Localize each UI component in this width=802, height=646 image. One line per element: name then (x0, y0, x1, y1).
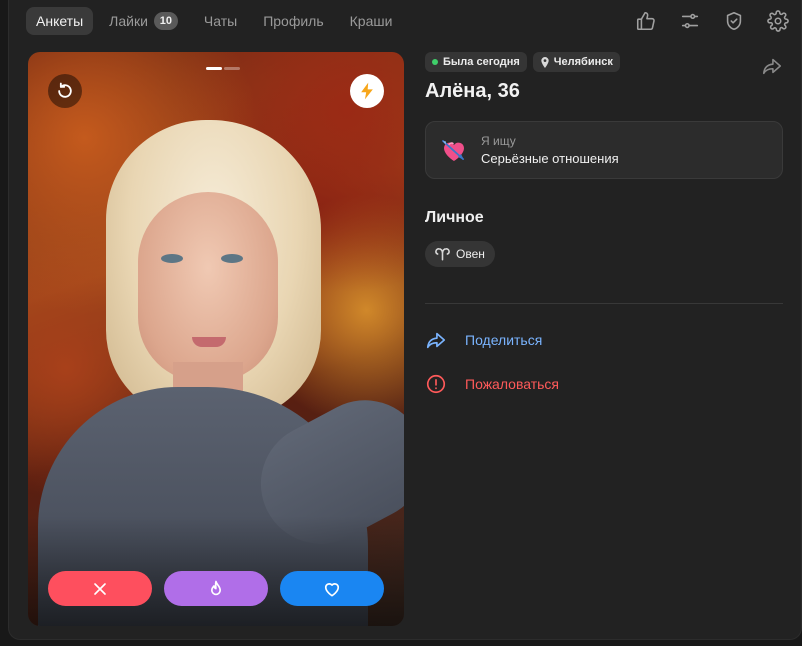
pagination-dot-active (206, 67, 222, 70)
photo-eye (161, 254, 183, 263)
photo-mouth (192, 337, 226, 347)
close-icon (94, 582, 106, 595)
share-button[interactable] (761, 55, 783, 77)
status-text: Была сегодня (443, 56, 520, 68)
profile-photo[interactable] (28, 52, 404, 626)
dislike-button[interactable] (48, 571, 152, 606)
flame-icon (211, 580, 221, 595)
photo-eye (221, 254, 243, 263)
location-pin-icon (541, 56, 549, 68)
looking-for-value: Серьёзные отношения (481, 151, 619, 166)
tab-label: Анкеты (36, 13, 84, 29)
report-link-label: Пожаловаться (465, 376, 560, 392)
superlike-button[interactable] (164, 571, 268, 606)
tab-label: Чаты (203, 13, 238, 29)
share-arrow-icon (762, 58, 782, 75)
status-chips: Была сегодня Челябинск (425, 52, 783, 72)
share-link[interactable]: Поделиться (425, 328, 783, 352)
report-link[interactable]: Пожаловаться (425, 372, 783, 396)
tab-profile[interactable]: Профиль (253, 7, 333, 35)
share-arrow-icon (426, 332, 446, 349)
profile-details: Была сегодня Челябинск Алёна, 36 Я ищу С… (425, 52, 783, 396)
city-text: Челябинск (553, 56, 613, 68)
swipe-actions (48, 571, 384, 606)
tab-likes[interactable]: Лайки 10 (99, 7, 188, 35)
gear-icon[interactable] (765, 8, 791, 34)
tab-crushes[interactable]: Краши (340, 7, 403, 35)
lightning-icon (361, 82, 373, 100)
city-chip: Челябинск (532, 52, 620, 72)
divider (425, 303, 783, 304)
heart-icon (324, 582, 340, 596)
alert-circle-icon (426, 374, 446, 394)
tab-chats[interactable]: Чаты (194, 7, 247, 35)
tab-label: Краши (349, 13, 393, 29)
undo-button[interactable] (48, 74, 82, 108)
looking-for-card: Я ищу Серьёзные отношения (425, 121, 783, 179)
profile-name: Алёна, 36 (425, 80, 520, 102)
looking-for-label: Я ищу (481, 134, 516, 148)
pagination-dot (224, 67, 240, 70)
zodiac-text: Овен (456, 247, 485, 261)
online-dot (432, 59, 438, 65)
tab-label: Лайки (109, 13, 148, 29)
zodiac-tag: Овен (425, 241, 495, 267)
online-status-chip: Была сегодня (425, 52, 527, 72)
aries-icon (435, 248, 450, 261)
top-nav: Анкеты Лайки 10 Чаты Профиль Краши (26, 7, 408, 35)
heart-arrow-icon (442, 140, 464, 161)
boost-button[interactable] (350, 74, 384, 108)
like-button[interactable] (280, 571, 384, 606)
thumbs-up-icon[interactable] (633, 8, 659, 34)
personal-section-title: Личное (425, 209, 484, 226)
undo-icon (58, 82, 72, 98)
photo-pagination (206, 67, 242, 70)
shield-check-icon[interactable] (721, 8, 747, 34)
tab-profiles[interactable]: Анкеты (26, 7, 94, 35)
share-link-label: Поделиться (465, 332, 543, 348)
main-panel: Анкеты Лайки 10 Чаты Профиль Краши Была … (8, 0, 802, 640)
photo-face (138, 192, 278, 382)
sliders-icon[interactable] (677, 8, 703, 34)
tab-label: Профиль (263, 13, 324, 29)
top-icons (615, 8, 791, 34)
likes-count-badge: 10 (153, 12, 178, 30)
